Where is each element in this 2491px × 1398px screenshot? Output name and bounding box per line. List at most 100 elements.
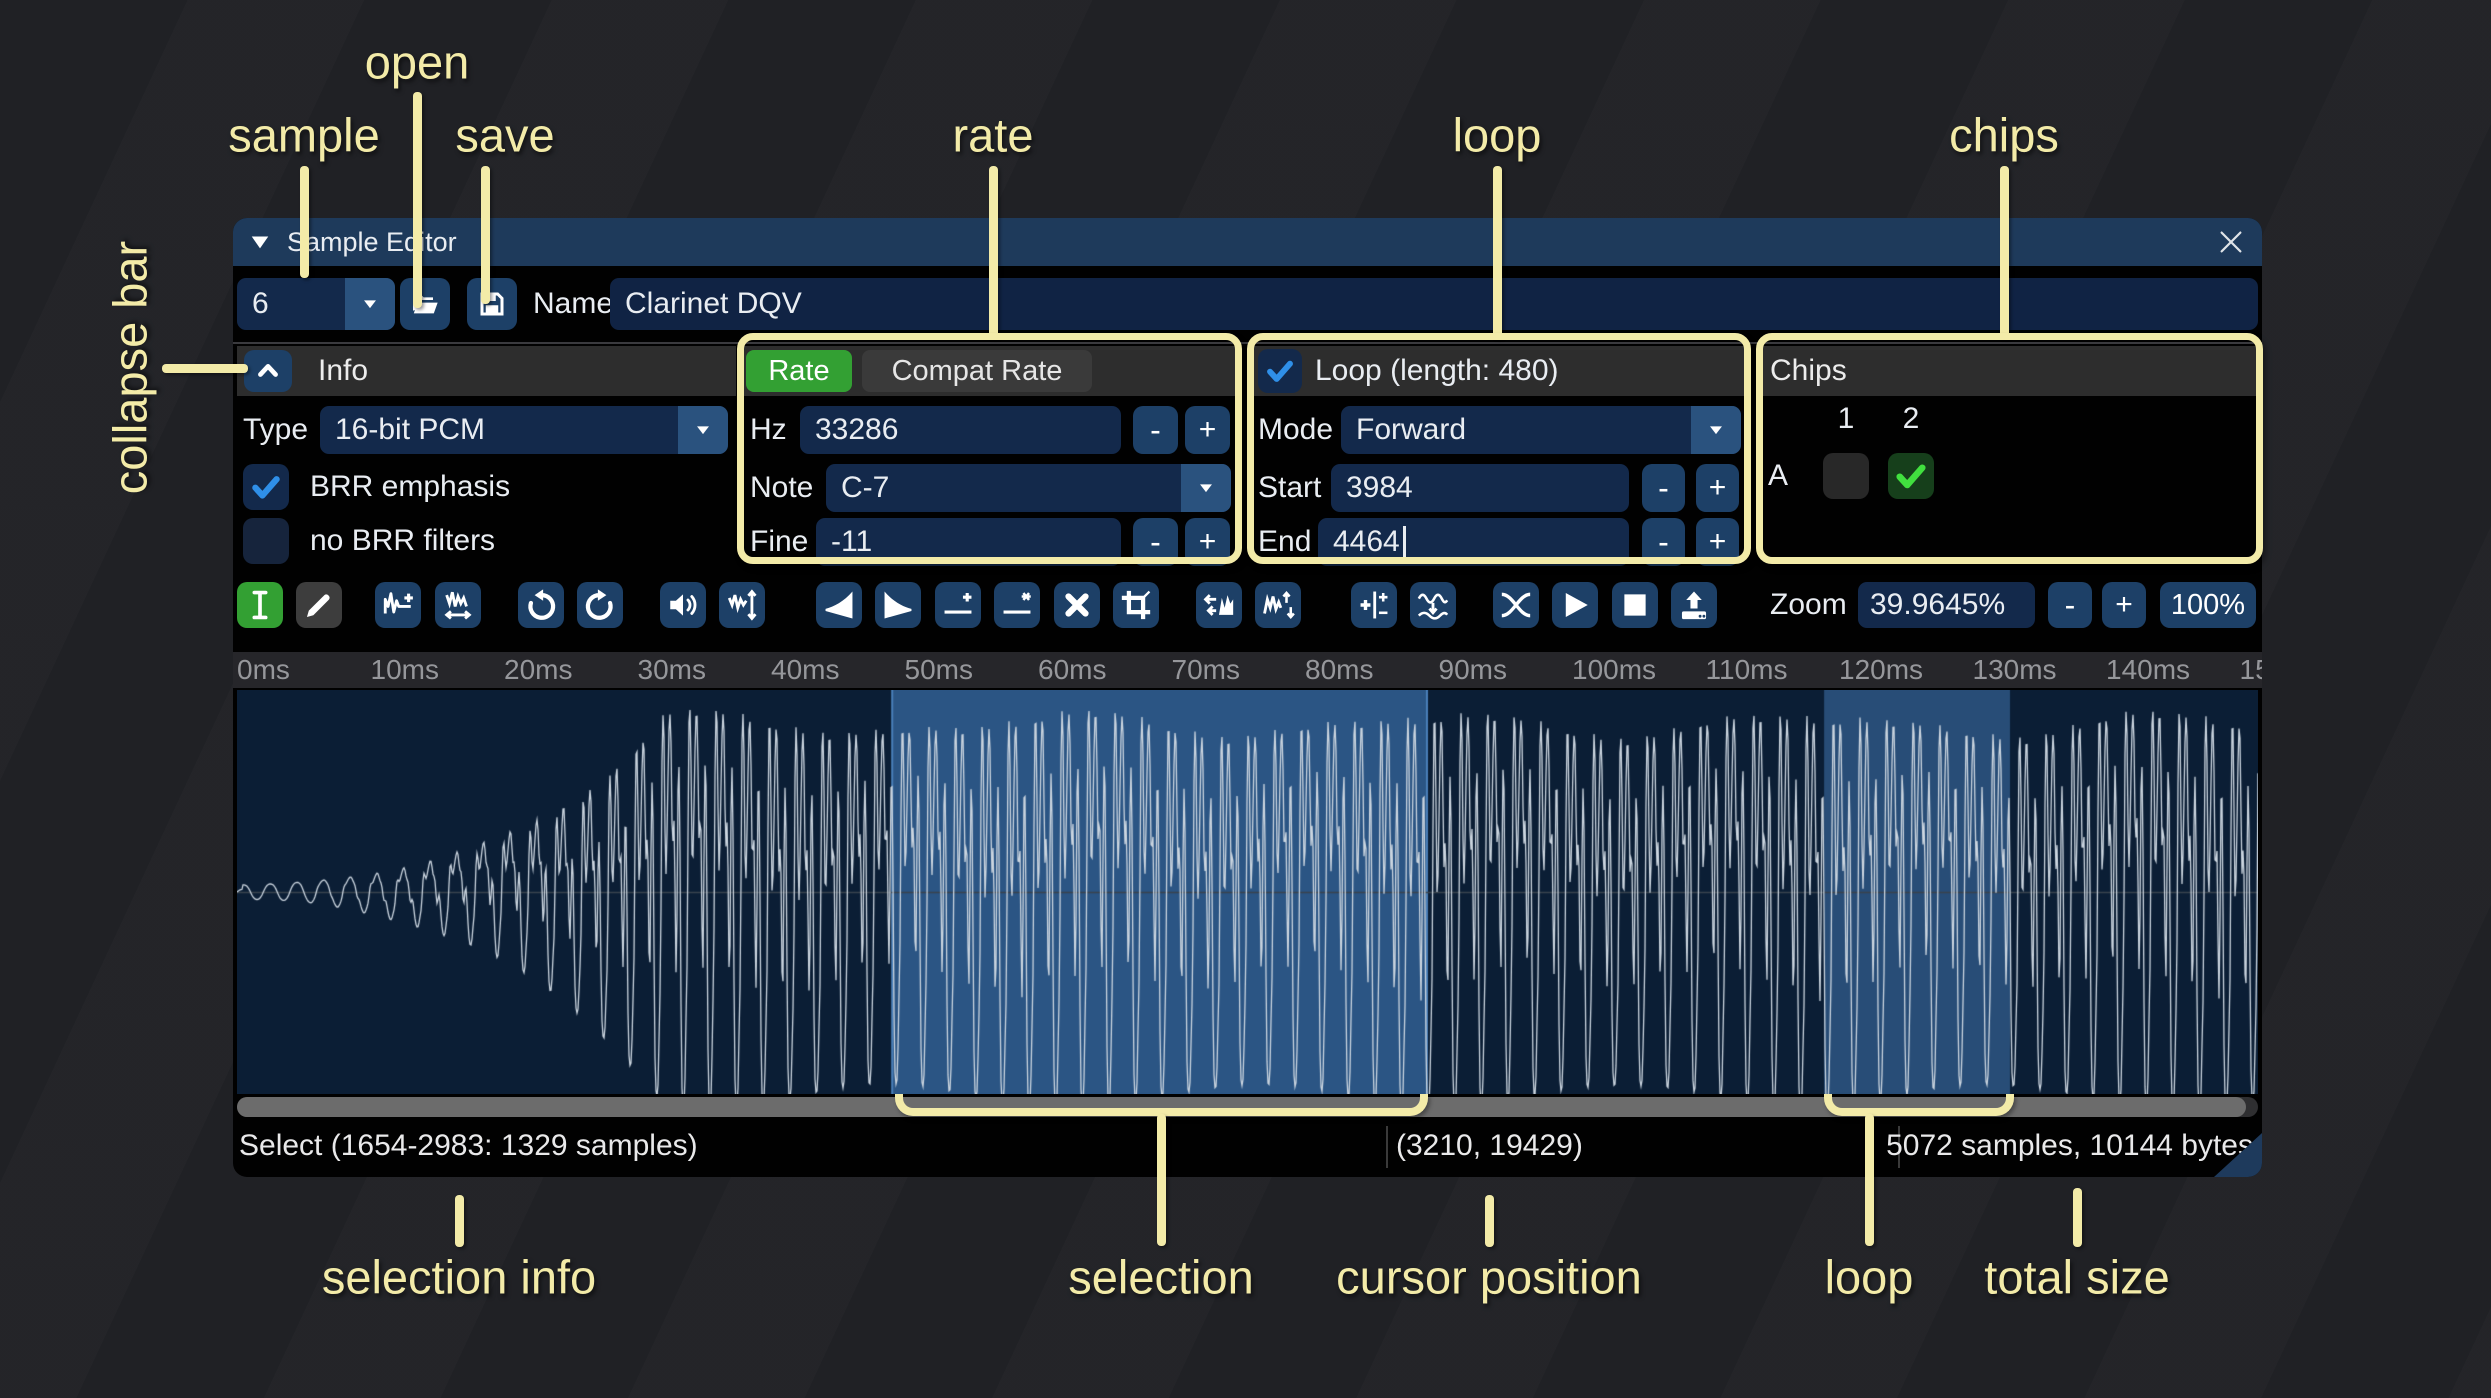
timeline-ruler[interactable]: 0ms 10ms 20ms 30ms 40ms 50ms 60ms 70ms 80ms 90ms 1… (233, 652, 2262, 688)
annotation-line-chips (2000, 166, 2009, 338)
check-icon (252, 476, 280, 499)
edit-mode-select-button[interactable] (237, 582, 283, 628)
insert-silence-button[interactable] (935, 582, 981, 628)
loop-header-label: Loop (length: 480) (1315, 354, 1559, 387)
fade-out-button[interactable] (875, 582, 921, 628)
annotation-line-save (481, 166, 490, 304)
normalize-button[interactable] (719, 582, 765, 628)
window-collapse-triangle-icon[interactable] (249, 231, 271, 253)
annotation-line-sample (300, 166, 309, 278)
annotation-selection-info: selection info (321, 1250, 597, 1304)
sign-convert-icon (1360, 591, 1388, 619)
tab-compat-rate[interactable]: Compat Rate (862, 350, 1092, 392)
hz-minus-button[interactable]: - (1133, 406, 1178, 454)
hz-plus-button[interactable]: + (1185, 406, 1230, 454)
redo-button[interactable] (577, 582, 623, 628)
zoom-in-button[interactable]: + (2102, 582, 2146, 628)
annotation-rate: rate (952, 108, 1034, 162)
edit-mode-draw-button[interactable] (296, 582, 342, 628)
annotation-line-cursor-position (1485, 1195, 1494, 1247)
no-brr-filters-checkbox[interactable] (243, 518, 289, 564)
annotation-line-loop-bottom (1865, 1114, 1874, 1246)
fine-minus-button[interactable]: - (1133, 518, 1178, 566)
apply-silence-button[interactable] (994, 582, 1040, 628)
resize-button[interactable] (375, 582, 421, 628)
filter-button[interactable] (1410, 582, 1456, 628)
brr-emphasis-checkbox[interactable] (243, 464, 289, 510)
chip-enable-checkbox-1[interactable] (1823, 453, 1869, 499)
type-select[interactable]: 16-bit PCM (320, 406, 728, 454)
loop-end-plus-button[interactable]: + (1696, 518, 1739, 566)
preview-play-button[interactable] (1552, 582, 1598, 628)
amplify-button[interactable] (660, 582, 706, 628)
fade-out-icon (884, 591, 912, 619)
fine-plus-button[interactable]: + (1185, 518, 1230, 566)
annotation-line-rate (989, 166, 998, 338)
annotation-loop-top: loop (1452, 108, 1542, 162)
undo-button[interactable] (518, 582, 564, 628)
ruler-tick-label: 140ms (2106, 654, 2191, 685)
loop-mode-select[interactable]: Forward (1341, 406, 1741, 454)
reverse-button[interactable] (1196, 582, 1242, 628)
status-divider (1386, 1126, 1388, 1168)
check-icon (1267, 360, 1293, 382)
signedness-button[interactable] (1351, 582, 1397, 628)
brr-emphasis-label: BRR emphasis (310, 470, 511, 503)
chip-column-1: 1 (1837, 402, 1855, 435)
delete-button[interactable] (1054, 582, 1100, 628)
loop-end-minus-button[interactable]: - (1642, 518, 1685, 566)
zoom-out-button[interactable]: - (2048, 582, 2092, 628)
open-button[interactable] (400, 278, 450, 330)
fine-input[interactable]: -11 (816, 518, 1121, 566)
loop-enable-checkbox[interactable] (1258, 349, 1302, 393)
zoom-input[interactable]: 39.9645% (1858, 582, 2035, 628)
annotation-line-loop (1493, 166, 1502, 338)
sample-selector[interactable]: 6 (237, 278, 395, 330)
chips-header-label: Chips (1770, 354, 1847, 387)
ruler-tick-label: 30ms (637, 654, 706, 685)
no-brr-filters-label: no BRR filters (310, 524, 496, 557)
hz-input[interactable]: 33286 (800, 406, 1121, 454)
annotation-selection: selection (1068, 1250, 1254, 1304)
loop-start-plus-button[interactable]: + (1696, 464, 1739, 512)
loop-start-minus-button[interactable]: - (1642, 464, 1685, 512)
tab-rate[interactable]: Rate (746, 350, 852, 392)
create-wavetable-button[interactable] (1671, 582, 1717, 628)
annotation-chips: chips (1949, 108, 2059, 162)
zoom-reset-button[interactable]: 100% (2160, 582, 2256, 628)
resample-button[interactable] (435, 582, 481, 628)
chevron-down-icon[interactable] (1691, 406, 1741, 454)
undo-icon (528, 589, 556, 620)
loop-mode-label: Mode (1258, 413, 1334, 446)
invert-button[interactable] (1255, 582, 1301, 628)
fade-in-button[interactable] (816, 582, 862, 628)
loop-end-input[interactable]: 4464 (1318, 518, 1629, 566)
waveform-scrollbar-thumb[interactable] (237, 1097, 2246, 1117)
chevron-down-icon[interactable] (1181, 464, 1231, 512)
titlebar[interactable]: Sample Editor (233, 218, 2262, 266)
crossfade-button[interactable] (1493, 582, 1539, 628)
chevron-down-icon[interactable] (345, 278, 395, 330)
ruler-tick-label: 130ms (1972, 654, 2057, 685)
trim-button[interactable] (1113, 582, 1159, 628)
collapse-bar-button[interactable] (244, 350, 292, 392)
loop-start-input[interactable]: 3984 (1331, 464, 1629, 512)
preview-stop-button[interactable] (1612, 582, 1658, 628)
close-icon[interactable] (2216, 227, 2246, 257)
note-value: C-7 (841, 471, 890, 504)
waveform-canvas[interactable] (237, 690, 2258, 1094)
text-caret (1402, 526, 1406, 558)
crossfade-icon (1501, 592, 1531, 618)
save-button[interactable] (467, 278, 517, 330)
ruler-tick-label: 50ms (904, 654, 973, 685)
annotation-save: save (455, 108, 555, 162)
note-select[interactable]: C-7 (826, 464, 1231, 512)
ruler-tick-label: 0ms (237, 654, 290, 685)
play-icon (1565, 592, 1588, 618)
chevron-down-icon[interactable] (678, 406, 728, 454)
wave-stretch-icon (444, 591, 472, 620)
ruler-tick-label: 70ms (1171, 654, 1240, 685)
resize-grip[interactable] (2214, 1133, 2262, 1177)
chip-enable-checkbox-2[interactable] (1888, 453, 1934, 499)
name-input[interactable]: Clarinet DQV (610, 278, 2258, 330)
